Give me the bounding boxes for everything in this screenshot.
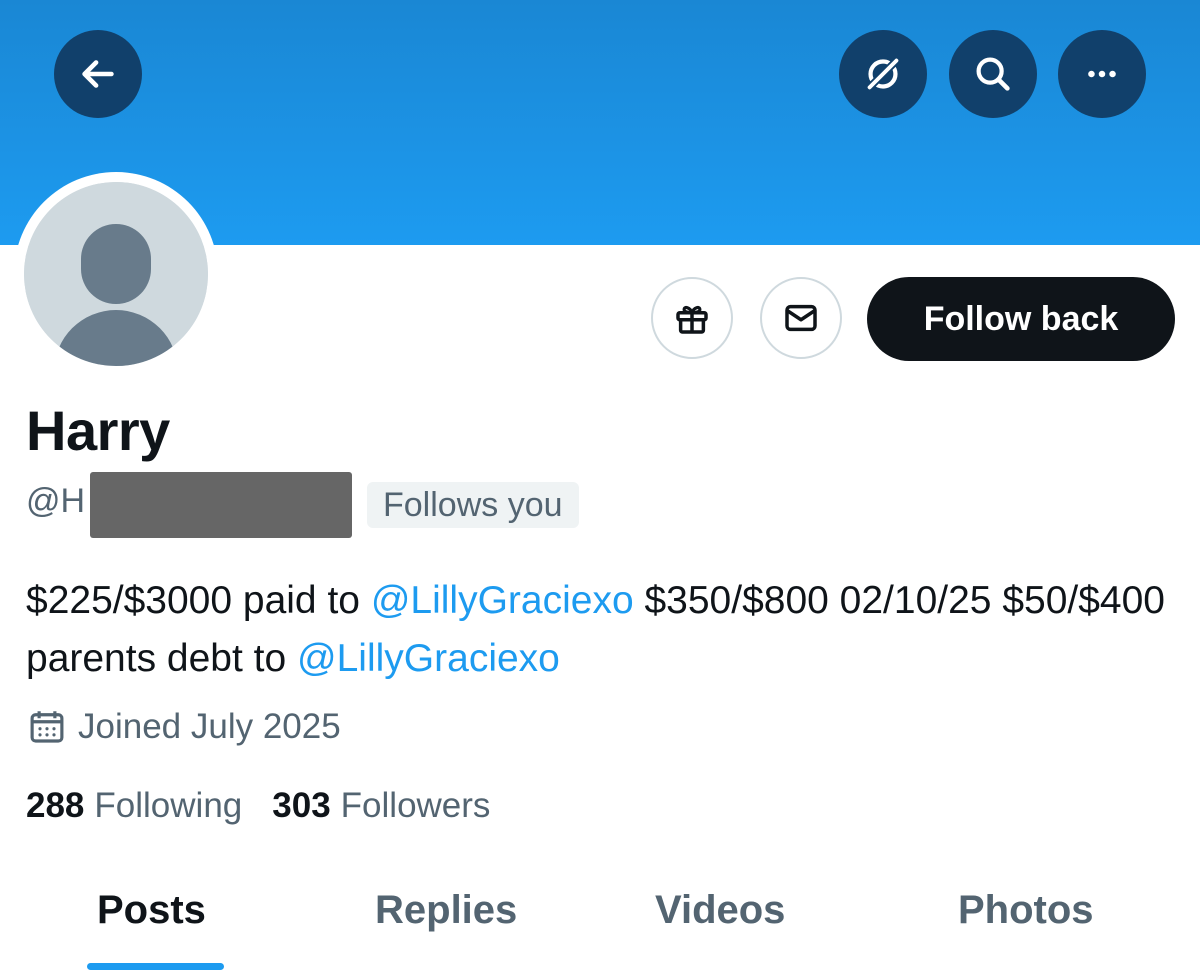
grok-icon	[867, 58, 899, 90]
default-avatar-icon	[24, 182, 208, 366]
back-button[interactable]	[54, 30, 142, 118]
joined-text: Joined July 2025	[78, 707, 341, 746]
bio-mention-link[interactable]: @LillyGraciexo	[297, 637, 560, 680]
tab-videos[interactable]: Videos	[655, 888, 785, 933]
redaction-block	[90, 472, 352, 538]
handle: @H	[26, 482, 86, 520]
followers-link[interactable]: 303 Followers	[272, 786, 490, 826]
bio: $225/$3000 paid to @LillyGraciexo $350/$…	[26, 572, 1196, 688]
more-horizontal-icon	[1088, 70, 1116, 78]
bio-mention-link[interactable]: @LillyGraciexo	[371, 579, 634, 622]
tab-photos[interactable]: Photos	[958, 888, 1094, 933]
avatar[interactable]	[24, 182, 208, 366]
follow-stats: 288 Following 303 Followers	[26, 786, 490, 826]
search-icon	[976, 57, 1010, 91]
bio-text: $225/$3000 paid to	[26, 579, 371, 622]
tab-posts[interactable]: Posts	[97, 888, 206, 933]
envelope-icon	[785, 304, 817, 332]
active-tab-indicator	[87, 963, 224, 970]
following-link[interactable]: 288 Following	[26, 786, 242, 826]
follow-back-button[interactable]: Follow back	[867, 277, 1175, 361]
arrow-left-icon	[82, 60, 114, 88]
joined-date: Joined July 2025	[26, 706, 341, 748]
avatar-ring	[14, 172, 218, 376]
display-name: Harry	[26, 399, 170, 462]
followers-label: Followers	[340, 786, 491, 825]
gift-icon	[676, 305, 708, 334]
calendar-icon	[30, 711, 64, 743]
followers-count: 303	[272, 786, 331, 825]
search-button[interactable]	[949, 30, 1037, 118]
message-button[interactable]	[760, 277, 842, 359]
gift-button[interactable]	[651, 277, 733, 359]
tab-replies[interactable]: Replies	[375, 888, 517, 933]
profile-tabs: Posts Replies Videos Photos	[0, 880, 1200, 971]
grok-button[interactable]	[839, 30, 927, 118]
following-count: 288	[26, 786, 85, 825]
more-button[interactable]	[1058, 30, 1146, 118]
follows-you-badge: Follows you	[367, 482, 579, 528]
following-label: Following	[94, 786, 243, 825]
